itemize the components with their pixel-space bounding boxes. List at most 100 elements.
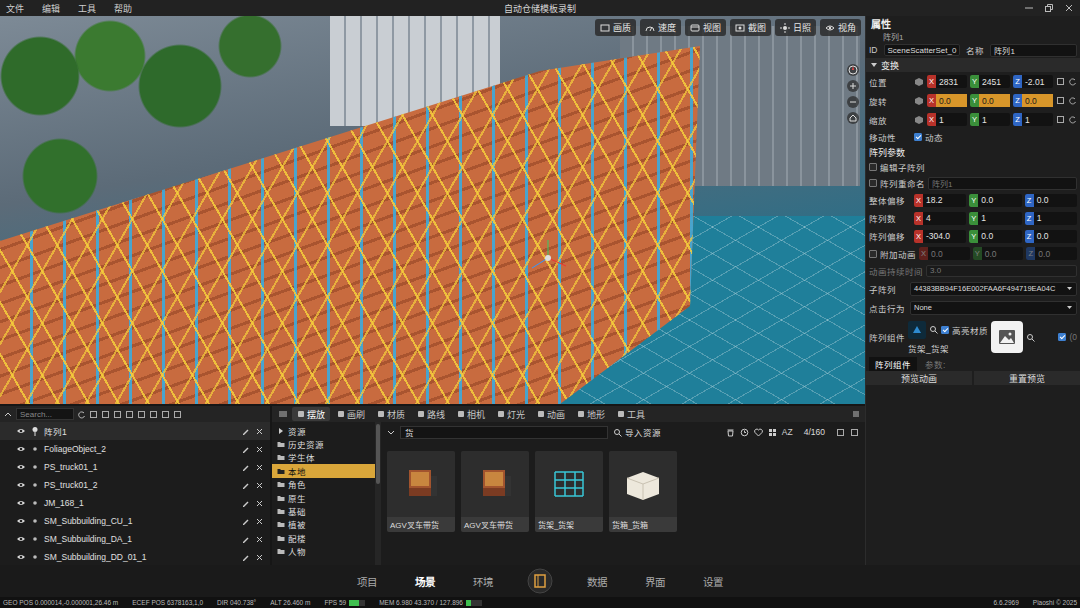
grid-icon[interactable] — [768, 428, 777, 437]
viewport-tool-button[interactable]: 截图 — [730, 19, 771, 36]
keyframe-icon[interactable] — [1056, 96, 1065, 105]
sort-button[interactable]: AZ — [782, 427, 793, 437]
list-icon[interactable] — [173, 410, 182, 419]
viewport-tool-button[interactable]: 视图 — [685, 19, 726, 36]
eye-icon[interactable] — [16, 481, 26, 489]
eye-icon[interactable] — [16, 517, 26, 525]
vector-field[interactable]: Z-2.01 — [1013, 75, 1053, 88]
asset-tab[interactable]: 材质 — [372, 407, 410, 421]
vector-field[interactable]: Z0.0 — [1013, 94, 1053, 107]
refresh-icon[interactable] — [77, 410, 86, 419]
menu-icon[interactable] — [276, 409, 290, 419]
vector-field[interactable]: Z0.0 — [1025, 230, 1077, 243]
next-page-icon[interactable] — [850, 428, 859, 437]
remove-icon[interactable] — [255, 481, 264, 490]
dropdown-icon[interactable] — [387, 428, 395, 436]
nav-item[interactable]: 项目 — [353, 572, 381, 591]
viewport-tool-button[interactable]: 画质 — [595, 19, 636, 36]
edit-icon[interactable] — [241, 517, 250, 526]
vector-field[interactable]: X0.0 — [927, 94, 967, 107]
eye-icon[interactable] — [16, 499, 26, 507]
search-icon[interactable] — [1026, 333, 1035, 342]
tree-item[interactable]: 角色 — [272, 478, 375, 491]
home-icon[interactable] — [847, 112, 859, 124]
nav-item[interactable]: 环境 — [469, 572, 497, 591]
checkbox[interactable] — [914, 133, 922, 141]
tree-item[interactable]: 人物 — [272, 545, 375, 558]
checkbox[interactable] — [869, 163, 877, 171]
checkbox[interactable] — [1058, 333, 1066, 341]
edit-icon[interactable] — [241, 427, 250, 436]
vector-field[interactable]: Y0.0 — [970, 94, 1010, 107]
asset-card[interactable]: 货架_货架 — [535, 451, 603, 532]
edit-icon[interactable] — [241, 535, 250, 544]
vector-field[interactable]: X2831 — [927, 75, 967, 88]
list-view-icon[interactable] — [851, 409, 861, 419]
remove-icon[interactable] — [255, 535, 264, 544]
remove-icon[interactable] — [255, 499, 264, 508]
asset-tab[interactable]: 工具 — [612, 407, 650, 421]
vector-field[interactable]: Y0.0 — [969, 230, 1021, 243]
tree-item[interactable]: 原生 — [272, 491, 375, 504]
asset-card[interactable]: AGV叉车带货 — [461, 451, 529, 532]
link-icon[interactable] — [89, 410, 98, 419]
dropdown[interactable]: 44383BB94F16E002FAA6F494719EA04C — [910, 282, 1077, 296]
asset-tab[interactable]: 动画 — [532, 407, 570, 421]
remove-icon[interactable] — [255, 553, 264, 562]
eye-icon[interactable] — [16, 445, 26, 453]
frame-icon[interactable] — [149, 410, 158, 419]
viewport-tool-button[interactable]: 视角 — [820, 19, 861, 36]
edit-icon[interactable] — [241, 481, 250, 490]
outliner-row[interactable]: SM_Subbuilding_DD_01_1 — [0, 548, 270, 565]
remove-icon[interactable] — [255, 463, 264, 472]
history-icon[interactable] — [740, 428, 749, 437]
outliner-row[interactable]: SM_Subbuilding_DA_1 — [0, 530, 270, 548]
checkbox[interactable] — [869, 250, 877, 258]
nav-item[interactable]: 设置 — [699, 572, 727, 591]
collapse-icon[interactable] — [3, 409, 13, 419]
vector-field[interactable]: Y1 — [969, 212, 1021, 225]
delete-icon[interactable] — [726, 428, 735, 437]
vector-field[interactable]: Z0.0 — [1026, 247, 1077, 260]
vector-field[interactable]: X18.2 — [914, 194, 966, 207]
edit-icon[interactable] — [241, 463, 250, 472]
tree-item[interactable]: 学生体 — [272, 451, 375, 464]
asset-card[interactable]: 货箱_货箱 — [609, 451, 677, 532]
focus-icon[interactable] — [101, 410, 110, 419]
eye-icon[interactable] — [16, 553, 26, 561]
reset-preview-button[interactable]: 重置预览 — [974, 371, 1080, 385]
outliner-row[interactable]: JM_168_1 — [0, 494, 270, 512]
component-tab[interactable]: 阵列组件 — [869, 357, 917, 371]
edit-icon[interactable] — [241, 499, 250, 508]
tree-scrollbar[interactable] — [375, 422, 381, 565]
remove-icon[interactable] — [255, 427, 264, 436]
vector-field[interactable]: X-304.0 — [914, 230, 966, 243]
reset-icon[interactable] — [1068, 77, 1077, 86]
eye-icon[interactable] — [16, 463, 26, 471]
eye-icon[interactable] — [16, 535, 26, 543]
search-icon[interactable] — [929, 325, 938, 334]
eye-icon[interactable] — [16, 427, 26, 435]
menu-item[interactable]: 帮助 — [114, 2, 132, 15]
nav-item[interactable]: 场景 — [411, 572, 439, 591]
image-icon[interactable] — [161, 410, 170, 419]
camera-icon[interactable] — [113, 410, 122, 419]
tree-item[interactable]: 基础 — [272, 504, 375, 517]
viewport-tool-button[interactable]: 速度 — [640, 19, 681, 36]
remove-icon[interactable] — [255, 445, 264, 454]
logo-icon[interactable] — [527, 568, 553, 594]
menu-item[interactable]: 工具 — [78, 2, 96, 15]
close-icon[interactable] — [1064, 3, 1074, 13]
restore-icon[interactable] — [1044, 3, 1054, 13]
asset-tab[interactable]: 路线 — [412, 407, 450, 421]
menu-item[interactable]: 文件 — [6, 2, 24, 15]
vector-field[interactable]: Y0.0 — [969, 194, 1021, 207]
zoom-out-icon[interactable] — [847, 96, 859, 108]
compass-icon[interactable] — [847, 64, 859, 76]
tree-item[interactable]: 植被 — [272, 518, 375, 531]
viewport[interactable]: 画质速度视图截图日照视角 — [0, 16, 865, 404]
tree-item[interactable]: 资源 — [272, 424, 375, 437]
vector-field[interactable]: Y2451 — [970, 75, 1010, 88]
component-thumbnail-icon[interactable] — [908, 321, 926, 339]
checkbox[interactable] — [941, 326, 949, 334]
